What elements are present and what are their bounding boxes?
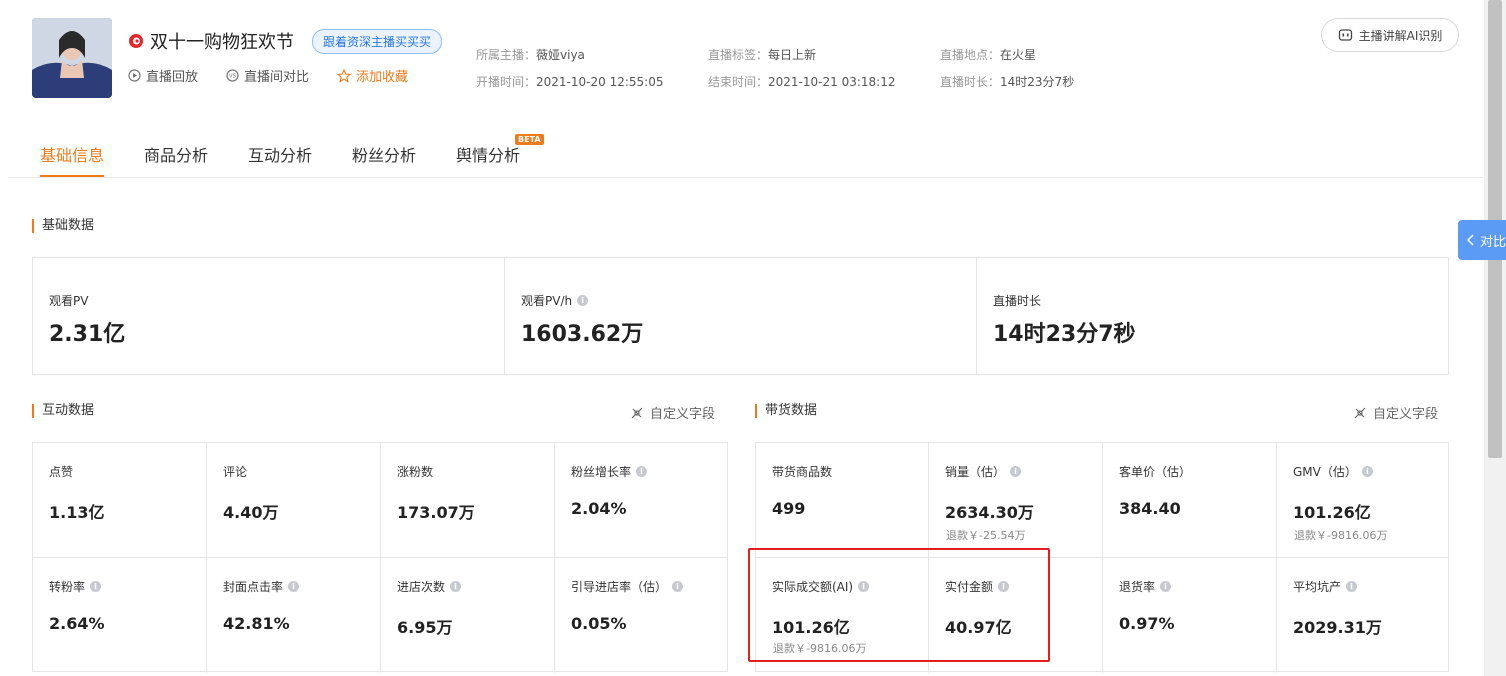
interaction-data-title: 互动数据 [32, 404, 94, 418]
metric-view-pv-per-hour: 观看PV/h i 1603.62万 [505, 258, 977, 374]
metric-new-fans: 涨粉数 173.07万 [381, 443, 555, 558]
compare-side-tab[interactable]: 对比 [1458, 220, 1506, 260]
live-title: 双十一购物狂欢节 [150, 32, 294, 53]
metric-comments: 评论 4.40万 [207, 443, 381, 558]
follow-tag[interactable]: 跟着资深主播买买买 [312, 28, 443, 54]
favorite-button[interactable]: 添加收藏 [337, 66, 408, 85]
live-title-row: 双十一购物狂欢节 跟着资深主播买买买 [128, 28, 443, 54]
metric-product-count: 带货商品数 499 [756, 443, 929, 558]
page: 双十一购物狂欢节 跟着资深主播买买买 直播回放 VS 直播间对比 添加收藏 所属… [8, 0, 1483, 676]
replay-button[interactable]: 直播回放 [128, 66, 198, 85]
replay-icon [128, 69, 141, 82]
meta-start: 开播时间：2021-10-20 12:55:05 [476, 75, 664, 89]
sales-data-title: 带货数据 [755, 404, 817, 418]
metric-cover-ctr: 封面点击率 i 42.81% [207, 558, 381, 673]
meta-tag: 直播标签：每日上新 [708, 48, 817, 62]
sales-custom-fields-button[interactable]: 自定义字段 [1353, 403, 1438, 422]
info-icon[interactable]: i [636, 466, 648, 477]
anchor-avatar[interactable] [32, 18, 112, 98]
meta-anchor: 所属主播：薇娅viya [476, 48, 585, 62]
anchor-name[interactable]: 薇娅viya [536, 48, 585, 62]
compare-button[interactable]: VS 直播间对比 [226, 66, 309, 85]
meta-end: 结束时间：2021-10-21 03:18:12 [708, 75, 896, 89]
custom-fields-icon [1354, 407, 1366, 418]
interaction-data-grid: 点赞 1.13亿 评论 4.40万 涨粉数 173.07万 粉丝增长率 i 2.04% 转… [32, 442, 728, 673]
info-icon[interactable]: i [90, 581, 102, 592]
metric-live-duration: 直播时长 14时23分7秒 [993, 294, 1136, 347]
ai-recognition-button[interactable]: 主播讲解AI识别 [1321, 18, 1459, 52]
star-icon [337, 68, 352, 83]
tab-bar: 基础信息 商品分析 互动分析 粉丝分析 舆情分析 BETA [8, 128, 1483, 178]
info-icon[interactable]: i [288, 581, 300, 592]
beta-badge: BETA [515, 134, 544, 145]
custom-fields-icon [631, 407, 643, 418]
metric-avg-slot-output: 平均坑产 i 2029.31万 [1293, 580, 1382, 637]
basic-data-grid: 观看PV 2.31亿 观看PV/h i 1603.62万 直播时长 14时23分7… [32, 257, 1449, 375]
tab-fans-analysis[interactable]: 粉丝分析 [352, 142, 416, 166]
metric-gmv: GMV（估） i 101.26亿 退款￥-9816.06万 [1277, 443, 1448, 558]
robot-icon [1338, 29, 1352, 41]
active-tab-indicator [40, 175, 104, 177]
meta-location: 直播地点：在火星 [940, 48, 1037, 62]
basic-data-title: 基础数据 [32, 219, 94, 233]
tab-interaction-analysis[interactable]: 互动分析 [248, 142, 312, 166]
metric-store-guide-rate: 引导进店率（估） i 0.05% [555, 558, 727, 673]
info-icon[interactable]: i [1361, 466, 1373, 477]
metric-fan-conversion-rate: 转粉率 i 2.64% [33, 558, 207, 673]
tab-product-analysis[interactable]: 商品分析 [144, 142, 208, 166]
info-icon[interactable]: i [1160, 581, 1172, 592]
chevron-left-icon [1466, 234, 1474, 246]
metric-store-visits: 进店次数 i 6.95万 [381, 558, 555, 673]
info-icon[interactable]: i [577, 295, 589, 306]
info-icon[interactable]: i [450, 581, 462, 592]
metric-likes: 点赞 1.13亿 [33, 443, 207, 558]
metric-fan-growth-rate: 粉丝增长率 i 2.04% [555, 443, 727, 558]
tab-basic-info[interactable]: 基础信息 [40, 142, 104, 166]
metric-sales-volume: 销量（估） i 2634.30万 退款￥-25.54万 [929, 443, 1103, 558]
metric-view-pv: 观看PV 2.31亿 [33, 258, 505, 374]
svg-text:VS: VS [229, 74, 237, 80]
highlight-annotation-box [748, 548, 1050, 662]
metric-return-rate: 退货率 i 0.97% [1103, 558, 1277, 673]
interaction-custom-fields-button[interactable]: 自定义字段 [630, 403, 715, 422]
tab-sentiment-analysis[interactable]: 舆情分析 [456, 142, 520, 166]
header-actions: 直播回放 VS 直播间对比 添加收藏 [128, 66, 436, 85]
info-icon[interactable]: i [672, 581, 684, 592]
info-icon[interactable]: i [1010, 466, 1022, 477]
info-icon[interactable]: i [1346, 581, 1358, 592]
vs-icon: VS [226, 69, 239, 82]
live-logo-icon [129, 34, 143, 48]
metric-avg-order-value: 客单价（估） 384.40 [1103, 443, 1277, 558]
meta-duration: 直播时长：14时23分7秒 [940, 75, 1075, 89]
